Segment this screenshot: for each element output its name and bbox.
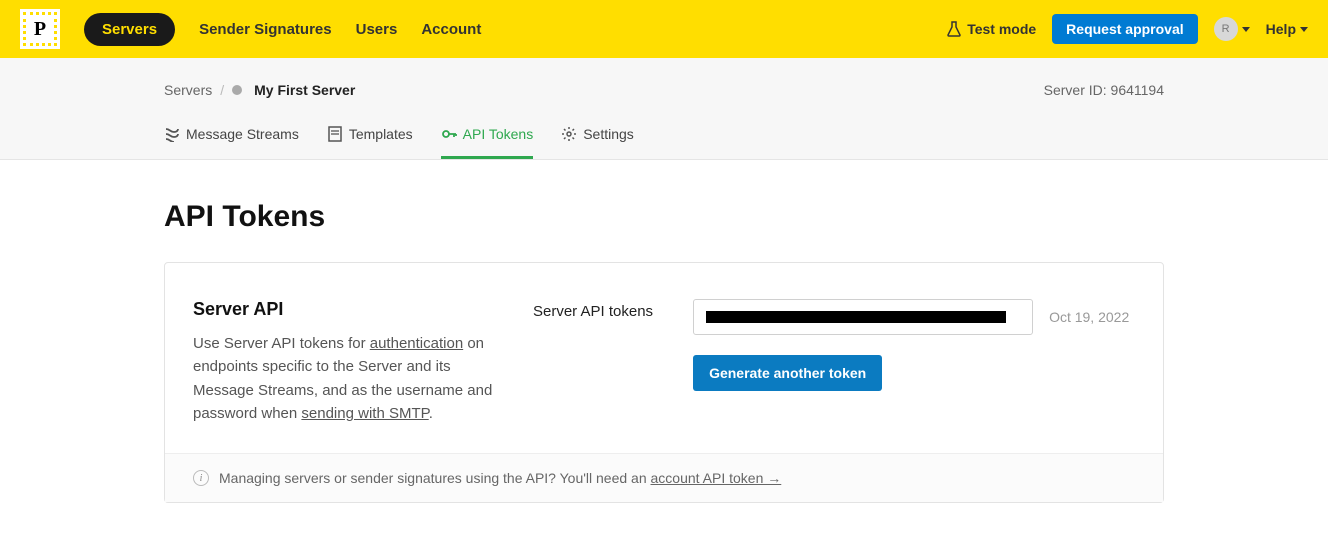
tab-api-tokens[interactable]: API Tokens bbox=[441, 116, 534, 159]
test-mode[interactable]: Test mode bbox=[947, 21, 1036, 37]
token-date: Oct 19, 2022 bbox=[1049, 309, 1129, 325]
footer-note-text: Managing servers or sender signatures us… bbox=[219, 470, 651, 486]
server-api-desc: Use Server API tokens for authentication… bbox=[193, 332, 493, 425]
brand-logo-letter: P bbox=[34, 18, 46, 41]
server-api-description: Server API Use Server API tokens for aut… bbox=[193, 299, 493, 425]
breadcrumb-current: My First Server bbox=[254, 82, 355, 98]
info-icon: i bbox=[193, 470, 209, 486]
nav-left: Servers Sender Signatures Users Account bbox=[84, 13, 481, 46]
caret-down-icon bbox=[1300, 27, 1308, 32]
subheader: Servers / My First Server Server ID: 964… bbox=[0, 58, 1328, 160]
page-title: API Tokens bbox=[164, 200, 1164, 234]
token-row: Oct 19, 2022 bbox=[693, 299, 1135, 335]
main: API Tokens Server API Use Server API tok… bbox=[0, 160, 1328, 543]
streams-icon bbox=[164, 126, 180, 142]
request-approval-button[interactable]: Request approval bbox=[1052, 14, 1197, 44]
authentication-link[interactable]: authentication bbox=[370, 335, 463, 352]
server-id-value: 9641194 bbox=[1111, 82, 1164, 98]
server-color-dot bbox=[232, 85, 242, 95]
card-body: Server API Use Server API tokens for aut… bbox=[165, 263, 1163, 453]
tab-settings[interactable]: Settings bbox=[561, 116, 634, 159]
server-tabs: Message Streams Templates API Tokens Set… bbox=[164, 116, 1164, 159]
nav-account[interactable]: Account bbox=[421, 13, 481, 46]
nav-users[interactable]: Users bbox=[356, 13, 398, 46]
desc-prefix: Use Server API tokens for bbox=[193, 335, 370, 352]
tab-label: Templates bbox=[349, 126, 413, 142]
user-menu[interactable]: R bbox=[1214, 17, 1250, 41]
test-mode-label: Test mode bbox=[967, 21, 1036, 37]
server-id-label: Server ID: bbox=[1044, 82, 1107, 98]
token-value-box[interactable] bbox=[693, 299, 1033, 335]
account-api-token-link[interactable]: account API token → bbox=[651, 470, 782, 486]
tab-message-streams[interactable]: Message Streams bbox=[164, 116, 299, 159]
server-api-heading: Server API bbox=[193, 299, 493, 320]
gear-icon bbox=[561, 126, 577, 142]
server-api-tokens-label: Server API tokens bbox=[533, 299, 653, 425]
tab-label: API Tokens bbox=[463, 126, 534, 142]
tab-label: Settings bbox=[583, 126, 634, 142]
tab-templates[interactable]: Templates bbox=[327, 116, 413, 159]
desc-suffix: . bbox=[429, 405, 433, 422]
breadcrumb-row: Servers / My First Server Server ID: 964… bbox=[164, 58, 1164, 116]
token-controls: Oct 19, 2022 Generate another token bbox=[693, 299, 1135, 425]
smtp-link[interactable]: sending with SMTP bbox=[301, 405, 428, 422]
breadcrumb-sep: / bbox=[220, 82, 224, 98]
generate-token-button[interactable]: Generate another token bbox=[693, 355, 882, 391]
token-redacted bbox=[706, 311, 1006, 323]
help-menu[interactable]: Help bbox=[1266, 21, 1308, 37]
breadcrumb: Servers / My First Server bbox=[164, 82, 355, 98]
nav-sender-signatures[interactable]: Sender Signatures bbox=[199, 13, 332, 46]
help-label: Help bbox=[1266, 21, 1296, 37]
brand-logo[interactable]: P bbox=[20, 9, 60, 49]
server-id: Server ID: 9641194 bbox=[1044, 82, 1164, 98]
breadcrumb-root[interactable]: Servers bbox=[164, 82, 212, 98]
footer-note: Managing servers or sender signatures us… bbox=[219, 470, 781, 486]
key-icon bbox=[441, 126, 457, 142]
nav-right: Test mode Request approval R Help bbox=[947, 14, 1308, 44]
avatar: R bbox=[1214, 17, 1238, 41]
templates-icon bbox=[327, 126, 343, 142]
server-api-card: Server API Use Server API tokens for aut… bbox=[164, 262, 1164, 503]
card-footer: i Managing servers or sender signatures … bbox=[165, 453, 1163, 502]
flask-icon bbox=[947, 21, 961, 37]
nav-servers[interactable]: Servers bbox=[84, 13, 175, 46]
topbar: P Servers Sender Signatures Users Accoun… bbox=[0, 0, 1328, 58]
tab-label: Message Streams bbox=[186, 126, 299, 142]
caret-down-icon bbox=[1242, 27, 1250, 32]
